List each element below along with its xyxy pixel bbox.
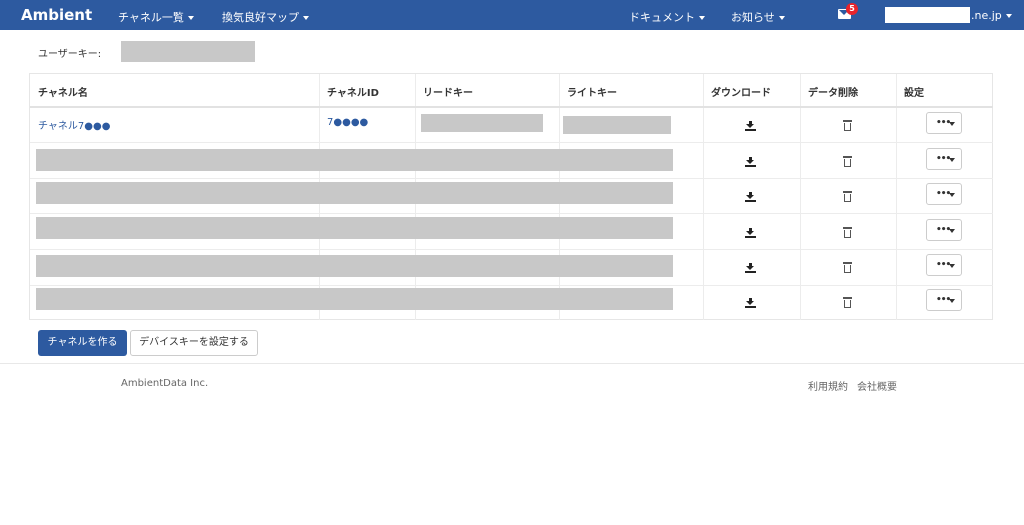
trash-icon[interactable] bbox=[843, 156, 852, 167]
row-redacted bbox=[36, 217, 673, 239]
channel-settings-button[interactable]: ••• bbox=[926, 254, 962, 276]
column-divider bbox=[800, 74, 801, 320]
chevron-down-icon bbox=[949, 122, 955, 126]
write-key-redacted bbox=[563, 116, 671, 134]
nav-notices-label: お知らせ bbox=[731, 11, 775, 24]
col-header-channel-id: チャネルID bbox=[327, 88, 379, 99]
row-divider bbox=[30, 285, 993, 286]
row-redacted bbox=[36, 182, 673, 204]
column-divider bbox=[703, 74, 704, 320]
account-email-redacted bbox=[885, 7, 970, 23]
trash-icon[interactable] bbox=[843, 120, 852, 131]
row-divider bbox=[30, 249, 993, 250]
account-email-suffix: .ne.jp bbox=[971, 9, 1002, 22]
chevron-down-icon bbox=[303, 16, 309, 20]
user-key-label: ユーザーキー: bbox=[38, 49, 102, 60]
trash-icon[interactable] bbox=[843, 297, 852, 308]
channel-settings-button[interactable]: ••• bbox=[926, 289, 962, 311]
top-navbar: Ambient チャネル一覧 換気良好マップ ドキュメント お知らせ 5 .ne… bbox=[0, 0, 1024, 30]
row-redacted bbox=[36, 255, 673, 277]
trash-icon[interactable] bbox=[843, 227, 852, 238]
chevron-down-icon bbox=[1005, 14, 1012, 18]
nav-documents-label: ドキュメント bbox=[629, 11, 695, 24]
nav-notices[interactable]: お知らせ bbox=[731, 9, 785, 25]
row-divider bbox=[30, 213, 993, 214]
col-header-channel-name: チャネル名 bbox=[38, 88, 88, 99]
nav-documents[interactable]: ドキュメント bbox=[629, 9, 705, 25]
nav-channel-list[interactable]: チャネル一覧 bbox=[118, 9, 194, 25]
header-divider bbox=[30, 106, 993, 108]
channel-name-link[interactable]: チャネル7●●● bbox=[38, 117, 110, 132]
trash-icon[interactable] bbox=[843, 191, 852, 202]
col-header-write-key: ライトキー bbox=[567, 88, 617, 99]
footer-company: AmbientData Inc. bbox=[121, 378, 209, 389]
column-divider bbox=[896, 74, 897, 320]
trash-icon[interactable] bbox=[843, 262, 852, 273]
chevron-down-icon bbox=[949, 158, 955, 162]
channel-settings-button[interactable]: ••• bbox=[926, 219, 962, 241]
user-key-value-redacted bbox=[121, 41, 255, 62]
download-icon[interactable] bbox=[745, 157, 756, 167]
account-menu[interactable]: .ne.jp bbox=[971, 9, 1012, 22]
row-redacted bbox=[36, 288, 673, 310]
col-header-read-key: リードキー bbox=[423, 88, 473, 99]
col-header-download: ダウンロード bbox=[711, 88, 771, 99]
nav-channel-list-label: チャネル一覧 bbox=[118, 11, 184, 24]
footer-terms-link[interactable]: 利用規約 bbox=[808, 378, 848, 393]
row-divider bbox=[30, 178, 993, 179]
footer-divider bbox=[0, 363, 1024, 364]
download-icon[interactable] bbox=[745, 228, 756, 238]
download-icon[interactable] bbox=[745, 263, 756, 273]
footer-about-link[interactable]: 会社概要 bbox=[857, 378, 897, 393]
col-header-delete-data: データ削除 bbox=[808, 88, 858, 99]
mail-count-badge: 5 bbox=[846, 3, 858, 15]
chevron-down-icon bbox=[949, 193, 955, 197]
row-divider bbox=[30, 142, 993, 143]
channel-settings-button[interactable]: ••• bbox=[926, 183, 962, 205]
download-icon[interactable] bbox=[745, 298, 756, 308]
channel-table: チャネル名 チャネルID リードキー ライトキー ダウンロード データ削除 設定… bbox=[29, 73, 993, 320]
chevron-down-icon bbox=[949, 264, 955, 268]
brand-logo[interactable]: Ambient bbox=[21, 6, 92, 24]
chevron-down-icon bbox=[778, 16, 785, 20]
download-icon[interactable] bbox=[745, 121, 756, 131]
chevron-down-icon bbox=[949, 299, 955, 303]
read-key-redacted bbox=[421, 114, 543, 132]
nav-ventilation-map[interactable]: 換気良好マップ bbox=[222, 9, 309, 25]
download-icon[interactable] bbox=[745, 192, 756, 202]
row-redacted bbox=[36, 149, 673, 171]
channel-settings-button[interactable]: ••• bbox=[926, 112, 962, 134]
chevron-down-icon bbox=[699, 16, 705, 20]
nav-ventilation-map-label: 換気良好マップ bbox=[222, 11, 299, 24]
channel-settings-button[interactable]: ••• bbox=[926, 148, 962, 170]
chevron-down-icon bbox=[187, 16, 194, 20]
col-header-settings: 設定 bbox=[904, 88, 924, 99]
channel-id-link[interactable]: 7●●●● bbox=[327, 117, 368, 128]
chevron-down-icon bbox=[949, 229, 955, 233]
create-channel-button[interactable]: チャネルを作る bbox=[38, 330, 127, 356]
set-device-key-button[interactable]: デバイスキーを設定する bbox=[130, 330, 258, 356]
